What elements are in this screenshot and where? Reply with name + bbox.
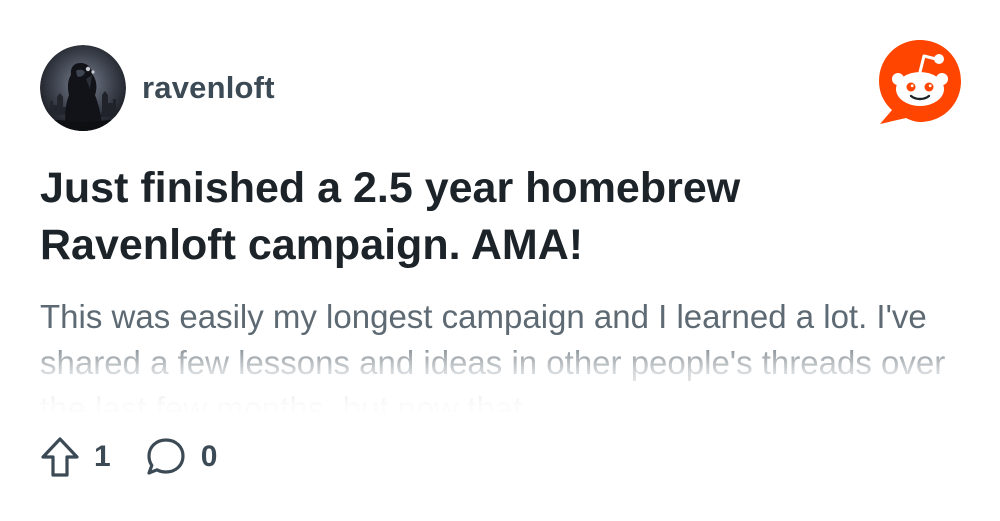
- post-body-text: This was easily my longest campaign and …: [40, 298, 946, 412]
- avatar[interactable]: [40, 45, 126, 131]
- comments-button[interactable]: 0: [145, 436, 218, 478]
- upvote-count: 1: [94, 440, 111, 473]
- upvote-button[interactable]: 1: [40, 436, 111, 478]
- reddit-logo-icon: [879, 40, 961, 124]
- post-card[interactable]: ravenloft Just finished a 2.5 year homeb…: [0, 0, 1000, 521]
- post-stats: 1 0: [40, 434, 251, 480]
- upvote-arrow-icon: [41, 437, 79, 477]
- post-author[interactable]: ravenloft: [142, 70, 275, 106]
- comment-count: 0: [200, 440, 218, 473]
- comment-bubble-icon: [147, 438, 185, 475]
- post-title[interactable]: Just finished a 2.5 year homebrew Ravenl…: [40, 160, 940, 274]
- post-body-preview[interactable]: This was easily my longest campaign and …: [40, 294, 960, 412]
- post-header: ravenloft: [40, 45, 275, 131]
